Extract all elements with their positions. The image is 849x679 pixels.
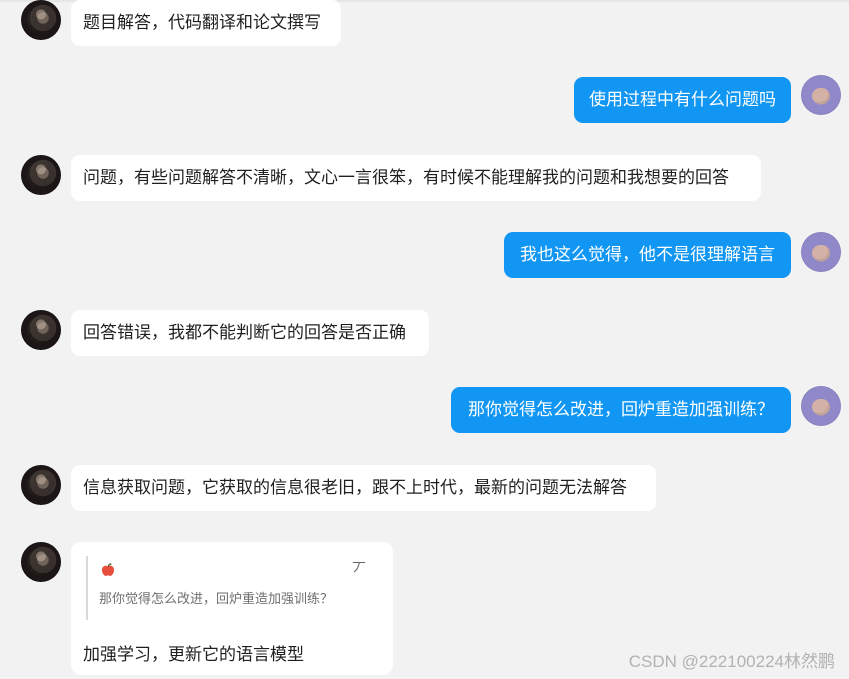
message-bubble-left-3: 回答错误，我都不能判断它的回答是否正确 [71, 310, 429, 356]
avatar-left-3 [21, 310, 61, 350]
avatar-left-4 [21, 465, 61, 505]
reply-message-text: 加强学习，更新它的语言模型 [83, 645, 304, 665]
message-bubble-right-2: 我也这么觉得，他不是很理解语言 [504, 232, 791, 278]
avatar-left-5 [21, 542, 61, 582]
avatar-right-3 [801, 386, 841, 426]
avatar-right-1 [801, 75, 841, 115]
message-bubble-left-2: 问题，有些问题解答不清晰，文心一言很笨，有时候不能理解我的问题和我想要的回答 [71, 155, 761, 201]
message-text-1: 题目解答，代码翻译和论文撰写 [83, 12, 321, 33]
avatar-left-1 [21, 0, 61, 40]
message-text-6: 那你觉得怎么改进，回炉重造加强训练？ [468, 399, 774, 420]
message-text-2: 使用过程中有什么问题吗 [589, 89, 776, 110]
copy-icon[interactable]: 丆 [351, 561, 367, 577]
quote-bar [86, 556, 88, 620]
message-text-3: 问题，有些问题解答不清晰，文心一言很笨，有时候不能理解我的问题和我想要的回答 [83, 167, 729, 188]
message-bubble-right-3: 那你觉得怎么改进，回炉重造加强训练？ [451, 387, 791, 433]
quoted-reply-card: 丆 那你觉得怎么改进，回炉重造加强训练？ 加强学习，更新它的语言模型 [71, 542, 393, 675]
message-text-7: 信息获取问题，它获取的信息很老旧，跟不上时代，最新的问题无法解答 [83, 477, 627, 498]
apple-icon [101, 563, 115, 576]
message-bubble-right-1: 使用过程中有什么问题吗 [574, 77, 791, 123]
message-bubble-left-1: 题目解答，代码翻译和论文撰写 [71, 0, 341, 46]
csdn-watermark: CSDN @222100224林然鹏 [628, 652, 835, 671]
avatar-left-2 [21, 155, 61, 195]
message-bubble-left-4: 信息获取问题，它获取的信息很老旧，跟不上时代，最新的问题无法解答 [71, 465, 656, 511]
message-text-4: 我也这么觉得，他不是很理解语言 [520, 244, 775, 265]
message-text-5: 回答错误，我都不能判断它的回答是否正确 [83, 322, 406, 343]
quoted-message-text: 那你觉得怎么改进，回炉重造加强训练？ [99, 592, 334, 607]
avatar-right-2 [801, 232, 841, 272]
